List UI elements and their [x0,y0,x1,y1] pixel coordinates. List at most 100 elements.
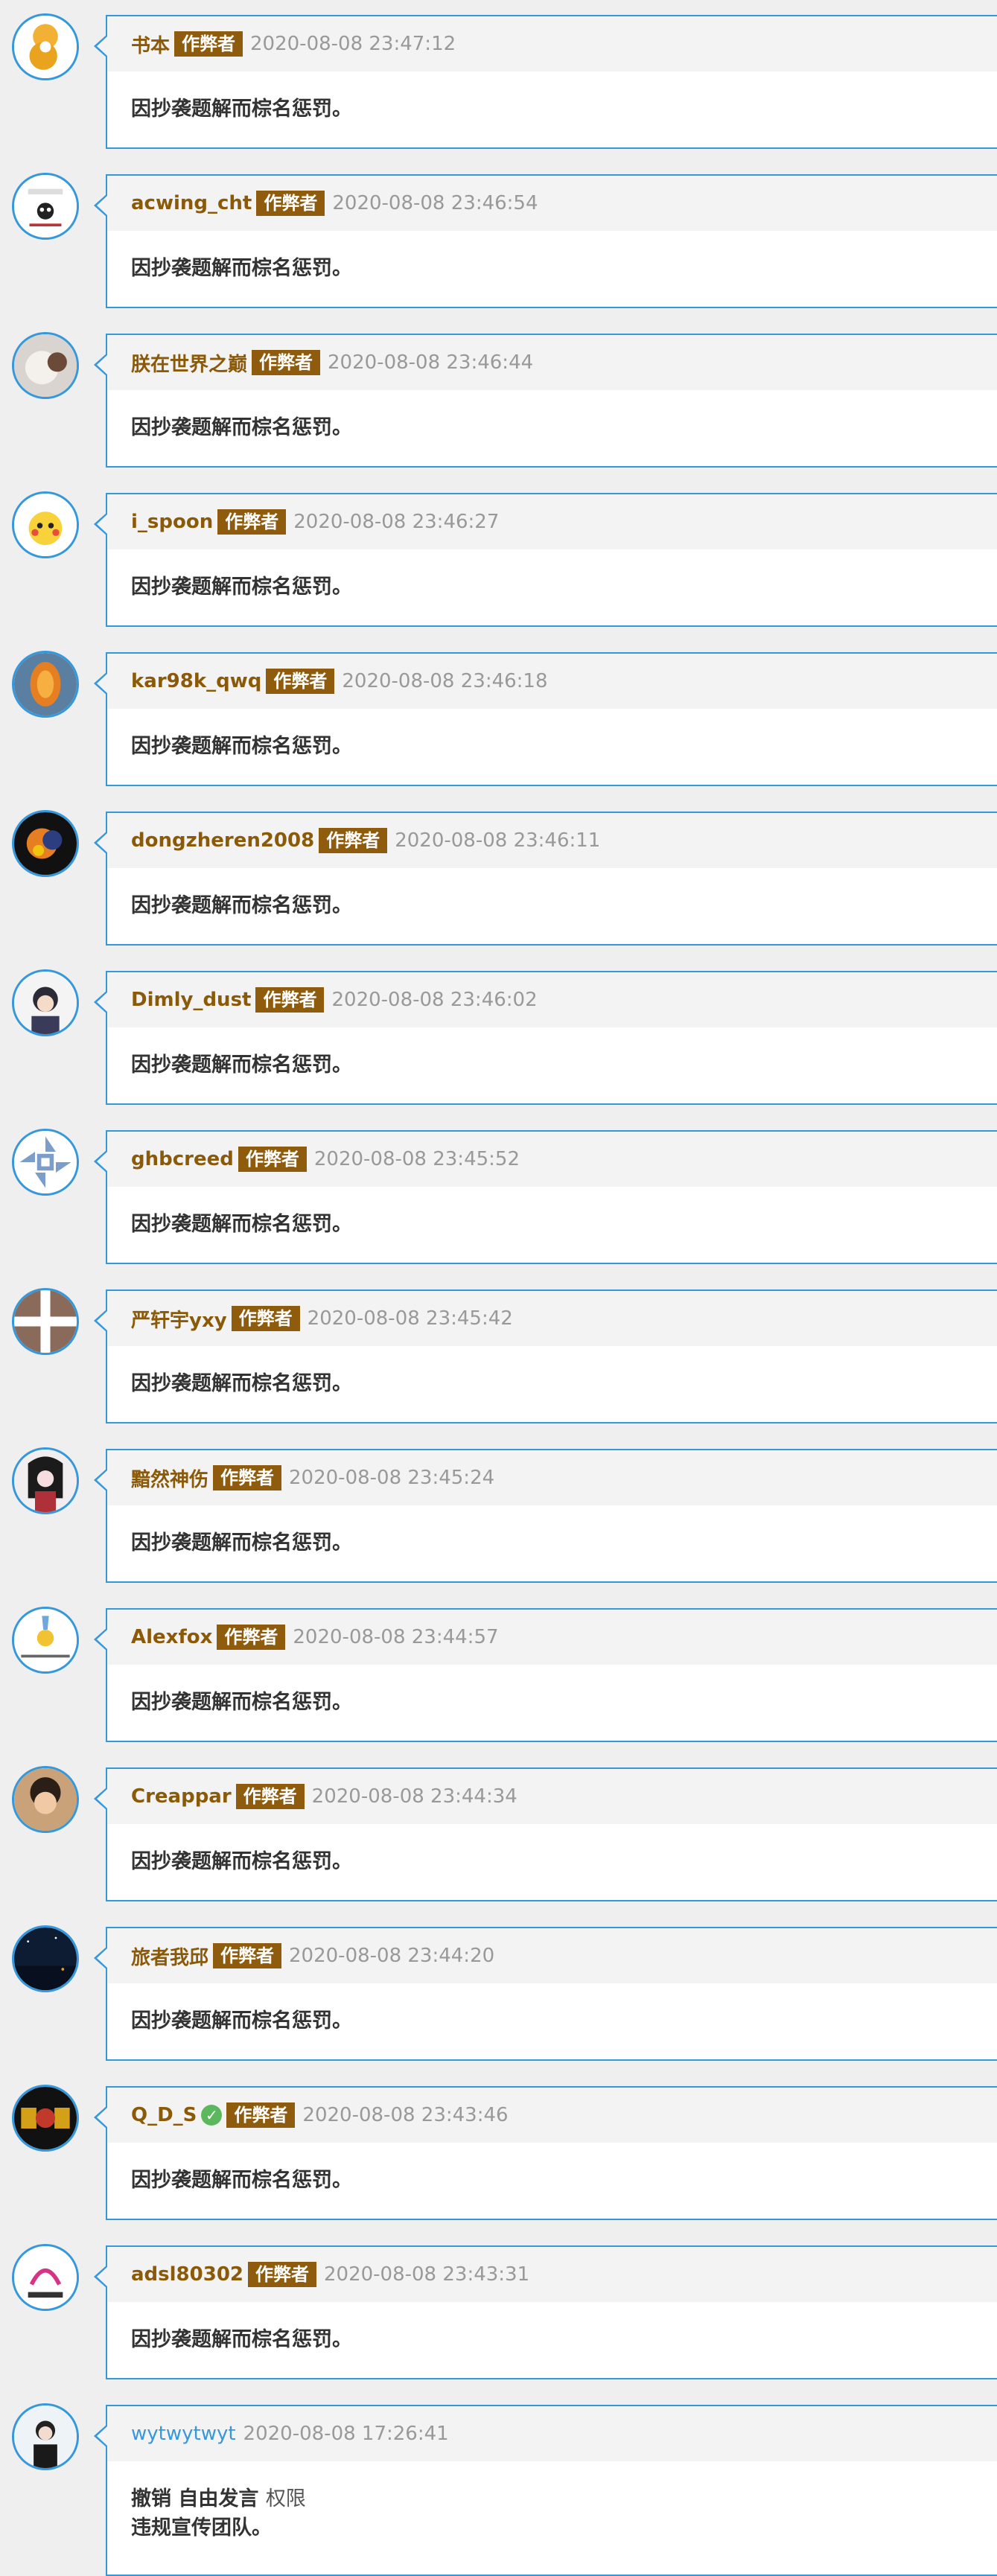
comment-time: 2020-08-08 23:44:34 [311,1785,517,1808]
permission-label: 权限 [265,2487,306,2510]
cheater-badge: 作弊者 [238,1147,307,1172]
avatar[interactable] [12,1288,79,1355]
permission-line: 撤销 自由发言 权限 [131,2482,973,2511]
comment-time: 2020-08-08 23:46:11 [395,829,601,852]
username-link[interactable]: acwing_cht [131,192,252,214]
avatar[interactable] [12,651,79,718]
comment-card: Creappar 作弊者 2020-08-08 23:44:34 因抄袭题解而棕… [94,1767,997,1901]
comment-feed: 书本 作弊者 2020-08-08 23:47:12 因抄袭题解而棕名惩罚。 a… [0,0,997,2576]
comment-body: 因抄袭题解而棕名惩罚。 [131,2169,352,2192]
comment-body: 因抄袭题解而棕名惩罚。 [131,416,352,439]
comment-body: 因抄袭题解而棕名惩罚。 [131,98,352,121]
avatar[interactable] [12,1607,79,1674]
username-link[interactable]: wytwytwyt [131,2423,236,2445]
comment-time: 2020-08-08 23:46:02 [331,989,538,1011]
comment-header: i_spoon 作弊者 2020-08-08 23:46:27 [107,494,997,549]
username-link[interactable]: Q_D_S [131,2104,197,2126]
revoke-label: 撤销 [131,2487,171,2510]
comment-item: 旅者我邱 作弊者 2020-08-08 23:44:20 因抄袭题解而棕名惩罚。 [0,1912,997,2071]
username-link[interactable]: Dimly_dust [131,989,251,1011]
comment-card: i_spoon 作弊者 2020-08-08 23:46:27 因抄袭题解而棕名… [94,493,997,627]
comment-item: Alexfox 作弊者 2020-08-08 23:44:57 因抄袭题解而棕名… [0,1593,997,1753]
comment-time: 2020-08-08 23:43:46 [302,2104,509,2126]
username-link[interactable]: adsl80302 [131,2263,243,2286]
cheater-badge: 作弊者 [266,669,335,694]
cheater-badge: 作弊者 [213,1943,282,1968]
comment-item: wytwytwyt 2020-08-08 17:26:41 撤销 自由发言 权限… [0,2390,997,2576]
avatar[interactable] [12,1925,79,1992]
comment-time: 2020-08-08 23:47:12 [250,33,456,55]
avatar[interactable] [12,2403,79,2470]
cheater-badge: 作弊者 [217,509,287,535]
comment-item: 严轩宇yxy 作弊者 2020-08-08 23:45:42 因抄袭题解而棕名惩… [0,1275,997,1434]
avatar[interactable] [12,810,79,877]
comment-card: kar98k_qwq 作弊者 2020-08-08 23:46:18 因抄袭题解… [94,652,997,786]
comment-item: 黯然神伤 作弊者 2020-08-08 23:45:24 因抄袭题解而棕名惩罚。 [0,1434,997,1593]
cheater-badge: 作弊者 [213,1465,282,1491]
comment-header: 朕在世界之巅 作弊者 2020-08-08 23:46:44 [107,335,997,390]
avatar[interactable] [12,332,79,399]
comment-card: 书本 作弊者 2020-08-08 23:47:12 因抄袭题解而棕名惩罚。 [94,15,997,149]
username-link[interactable]: kar98k_qwq [131,670,261,692]
comment-card: dongzheren2008 作弊者 2020-08-08 23:46:11 因… [94,812,997,946]
comment-body: 因抄袭题解而棕名惩罚。 [131,1691,352,1714]
comment-body: 因抄袭题解而棕名惩罚。 [131,1531,352,1555]
comment-time: 2020-08-08 17:26:41 [243,2423,449,2445]
comment-card: 严轩宇yxy 作弊者 2020-08-08 23:45:42 因抄袭题解而棕名惩… [94,1289,997,1424]
avatar[interactable] [12,2244,79,2311]
avatar[interactable] [12,1766,79,1833]
avatar[interactable] [12,2085,79,2152]
username-link[interactable]: 黯然神伤 [131,1464,208,1492]
comment-header: Dimly_dust 作弊者 2020-08-08 23:46:02 [107,972,997,1027]
comment-header: ghbcreed 作弊者 2020-08-08 23:45:52 [107,1132,997,1187]
comment-header: 严轩宇yxy 作弊者 2020-08-08 23:45:42 [107,1291,997,1346]
username-link[interactable]: ghbcreed [131,1148,234,1170]
comment-item: 朕在世界之巅 作弊者 2020-08-08 23:46:44 因抄袭题解而棕名惩… [0,319,997,478]
comment-time: 2020-08-08 23:45:24 [289,1467,495,1489]
comment-time: 2020-08-08 23:45:52 [313,1148,520,1170]
avatar[interactable] [12,969,79,1036]
username-link[interactable]: Alexfox [131,1626,212,1648]
username-link[interactable]: Creappar [131,1785,232,1808]
comment-card: 朕在世界之巅 作弊者 2020-08-08 23:46:44 因抄袭题解而棕名惩… [94,334,997,468]
comment-item: Q_D_S ✓ 作弊者 2020-08-08 23:43:46 因抄袭题解而棕名… [0,2071,997,2231]
comment-card: wytwytwyt 2020-08-08 17:26:41 撤销 自由发言 权限… [94,2405,997,2576]
username-link[interactable]: 旅者我邱 [131,1942,208,1970]
username-link[interactable]: 书本 [131,31,170,58]
reason-line: 违规宣传团队。 [131,2516,272,2540]
cheater-badge: 作弊者 [255,987,325,1013]
avatar[interactable] [12,1129,79,1196]
username-link[interactable]: 朕在世界之巅 [131,349,247,377]
comment-card: 旅者我邱 作弊者 2020-08-08 23:44:20 因抄袭题解而棕名惩罚。 [94,1927,997,2061]
comment-header: acwing_cht 作弊者 2020-08-08 23:46:54 [107,176,997,231]
comment-header: Q_D_S ✓ 作弊者 2020-08-08 23:43:46 [107,2088,997,2143]
username-link[interactable]: 严轩宇yxy [131,1305,227,1333]
comment-header: Alexfox 作弊者 2020-08-08 23:44:57 [107,1610,997,1665]
comment-item: i_spoon 作弊者 2020-08-08 23:46:27 因抄袭题解而棕名… [0,478,997,637]
verified-check-icon: ✓ [201,2105,223,2126]
cheater-badge: 作弊者 [235,1784,305,1809]
comment-header: 黯然神伤 作弊者 2020-08-08 23:45:24 [107,1450,997,1505]
comment-body: 因抄袭题解而棕名惩罚。 [131,894,352,917]
comment-item: adsl80302 作弊者 2020-08-08 23:43:31 因抄袭题解而… [0,2231,997,2390]
comment-time: 2020-08-08 23:45:42 [307,1307,513,1330]
comment-header: Creappar 作弊者 2020-08-08 23:44:34 [107,1769,997,1824]
comment-card: ghbcreed 作弊者 2020-08-08 23:45:52 因抄袭题解而棕… [94,1130,997,1264]
comment-body: 撤销 自由发言 权限 违规宣传团队。 [107,2461,997,2540]
comment-body: 因抄袭题解而棕名惩罚。 [131,1053,352,1077]
comment-time: 2020-08-08 23:44:57 [293,1626,499,1648]
avatar[interactable] [12,491,79,558]
username-link[interactable]: dongzheren2008 [131,829,314,852]
cheater-badge: 作弊者 [217,1625,286,1650]
avatar[interactable] [12,13,79,80]
comment-item: dongzheren2008 作弊者 2020-08-08 23:46:11 因… [0,797,997,956]
comment-card: 黯然神伤 作弊者 2020-08-08 23:45:24 因抄袭题解而棕名惩罚。 [94,1449,997,1583]
avatar[interactable] [12,173,79,240]
free-speech-label: 自由发言 [178,2487,259,2510]
cheater-badge: 作弊者 [248,2262,316,2287]
comment-body: 因抄袭题解而棕名惩罚。 [131,735,352,758]
avatar[interactable] [12,1447,79,1514]
username-link[interactable]: i_spoon [131,511,213,533]
cheater-badge: 作弊者 [226,2102,296,2128]
comment-time: 2020-08-08 23:43:31 [324,2263,530,2286]
